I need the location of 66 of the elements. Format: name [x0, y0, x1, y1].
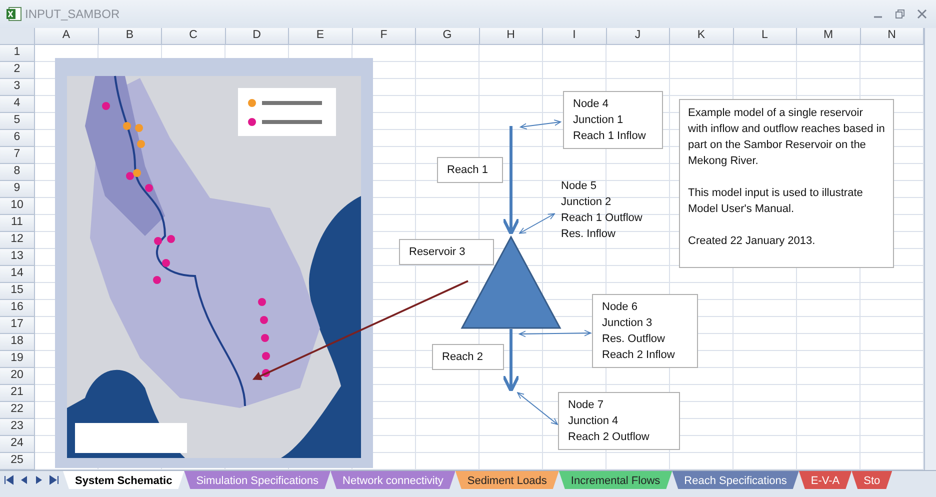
row-header[interactable]: 2 [0, 62, 35, 79]
column-header[interactable]: L [734, 28, 797, 45]
row-header[interactable]: 12 [0, 232, 35, 249]
vertical-scrollbar[interactable] [924, 28, 936, 470]
sheet-tab[interactable]: Reach Specifications [672, 471, 799, 489]
column-header[interactable]: C [162, 28, 226, 45]
window-title: INPUT_SAMBOR [25, 6, 120, 23]
row-header[interactable]: 14 [0, 266, 35, 283]
row-header[interactable]: 16 [0, 300, 35, 317]
double-arrow [520, 120, 562, 130]
column-header[interactable]: N [860, 28, 924, 45]
node-label: Node 7 Junction 4 Reach 2 Outflow [558, 392, 680, 450]
double-arrow [518, 213, 556, 234]
row-header[interactable]: 6 [0, 130, 35, 147]
column-header[interactable]: M [797, 28, 860, 45]
description-text: Created 22 January 2013. [688, 234, 816, 249]
row-header[interactable]: 7 [0, 147, 35, 164]
column-header[interactable]: A [35, 28, 98, 45]
column-header[interactable]: H [480, 28, 543, 45]
row-header[interactable]: 10 [0, 198, 35, 215]
row-header[interactable]: 20 [0, 368, 35, 385]
row-header[interactable]: 15 [0, 283, 35, 300]
sheet-tab[interactable]: E-V-A [798, 471, 852, 489]
first-sheet-icon[interactable] [3, 473, 15, 487]
row-header[interactable]: 17 [0, 317, 35, 334]
spreadsheet-icon [6, 7, 22, 21]
row-header[interactable]: 24 [0, 436, 35, 453]
row-header[interactable]: 5 [0, 113, 35, 130]
row-header[interactable]: 9 [0, 181, 35, 198]
description-text: This model input is used to illustrate Model User's Manual. [688, 186, 864, 217]
row-header[interactable]: 13 [0, 249, 35, 266]
restore-icon[interactable] [895, 9, 905, 19]
sheet-tab[interactable]: Incremental Flows [558, 471, 672, 489]
sheet-tab[interactable]: Sediment Loads [455, 471, 559, 489]
row-header[interactable]: 4 [0, 96, 35, 113]
column-header[interactable]: K [670, 28, 734, 45]
node-label: Node 4 Junction 1 Reach 1 Inflow [563, 91, 663, 149]
row-header[interactable]: 23 [0, 419, 35, 436]
row-header[interactable]: 11 [0, 215, 35, 232]
flow-arrow [502, 329, 520, 392]
row-header[interactable]: 21 [0, 385, 35, 402]
column-header[interactable]: G [416, 28, 480, 45]
column-header[interactable]: B [98, 28, 162, 45]
double-arrow [517, 392, 558, 425]
row-header[interactable]: 25 [0, 453, 35, 470]
sheet-tab[interactable]: Sto [852, 471, 892, 489]
row-header[interactable]: 18 [0, 334, 35, 351]
column-header[interactable]: D [226, 28, 289, 45]
sheet-tab[interactable]: System Schematic [63, 471, 184, 489]
column-header[interactable]: I [543, 28, 606, 45]
node-label: Node 6 Junction 3 Res. Outflow Reach 2 Inflow [592, 294, 698, 368]
row-header[interactable]: 22 [0, 402, 35, 419]
node-label: Node 5 Junction 2 Reach 1 Outflow Res. Inflow [561, 179, 642, 242]
column-header[interactable]: F [352, 28, 416, 45]
last-sheet-icon[interactable] [48, 473, 60, 487]
node-label: Reach 1 [437, 157, 503, 183]
column-header[interactable]: E [289, 28, 352, 45]
close-icon[interactable] [917, 9, 927, 19]
column-header[interactable]: J [606, 28, 670, 45]
node-label: Reservoir 3 [399, 239, 494, 265]
row-header[interactable]: 19 [0, 351, 35, 368]
row-header[interactable]: 3 [0, 79, 35, 96]
description-text: Example model of a single reservoir with inflow and outflow reaches based in part on the Sambor Reservoir on the Mekong River. [688, 106, 885, 169]
row-header[interactable]: 8 [0, 164, 35, 181]
row-header[interactable]: 1 [0, 45, 35, 62]
node-label: Reach 2 [432, 344, 504, 370]
